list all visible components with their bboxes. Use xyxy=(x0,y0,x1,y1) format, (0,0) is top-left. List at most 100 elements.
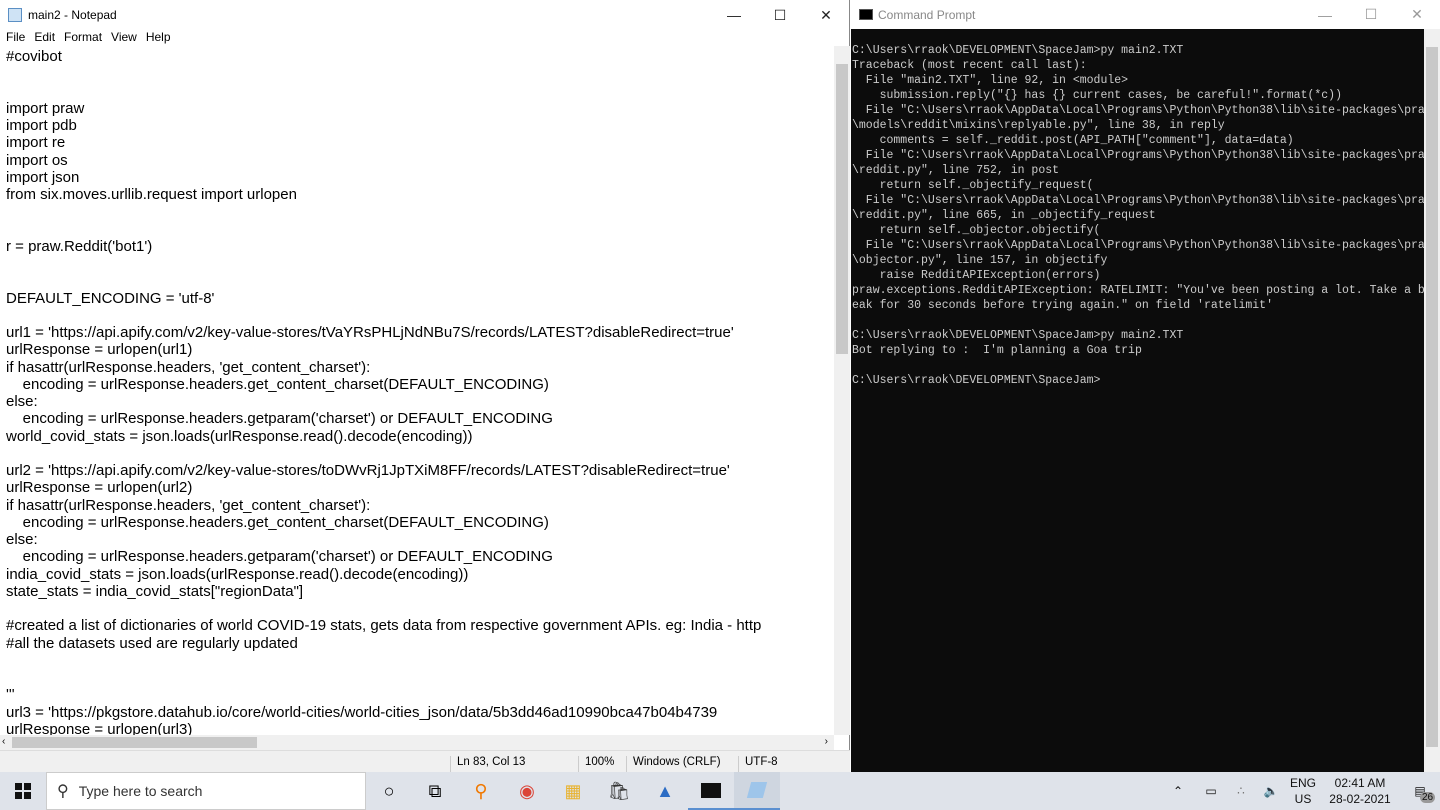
text-line xyxy=(6,652,834,669)
text-line: urlResponse = urlopen(url2) xyxy=(6,479,193,497)
console-line: Traceback (most recent call last): xyxy=(852,59,1087,72)
console-line: raise RedditAPIException(errors) xyxy=(852,269,1101,282)
text-line xyxy=(6,272,834,289)
chrome-icon[interactable]: ◉ xyxy=(504,772,550,810)
console-line: \reddit.py", line 665, in _objectify_req… xyxy=(852,209,1156,222)
menu-view[interactable]: View xyxy=(111,30,137,46)
start-button[interactable] xyxy=(0,783,46,799)
console-line: submission.reply("{} has {} current case… xyxy=(852,89,1342,102)
maximize-button[interactable]: ☐ xyxy=(1348,0,1394,30)
text-line: encoding = urlResponse.headers.getparam(… xyxy=(6,548,553,566)
text-line: DEFAULT_ENCODING = 'utf-8' xyxy=(6,289,215,307)
close-button[interactable]: ✕ xyxy=(803,0,849,30)
text-line: r = praw.Reddit('bot1') xyxy=(6,237,153,255)
text-line: import re xyxy=(6,134,66,152)
text-line: state_stats = india_covid_stats["regionD… xyxy=(6,582,304,600)
text-line: india_covid_stats = json.loads(urlRespon… xyxy=(6,565,469,583)
scroll-thumb[interactable] xyxy=(1426,47,1438,747)
console-line: \reddit.py", line 752, in post xyxy=(852,164,1060,177)
console-line: File "C:\Users\rraok\AppData\Local\Progr… xyxy=(852,149,1432,162)
notification-count: 26 xyxy=(1420,792,1436,803)
close-button[interactable]: ✕ xyxy=(1394,0,1440,30)
menu-format[interactable]: Format xyxy=(64,30,102,46)
text-line xyxy=(6,669,834,686)
menu-help[interactable]: Help xyxy=(146,30,171,46)
cmd-title-bar: Command Prompt — ☐ ✕ xyxy=(851,0,1440,29)
text-line: else: xyxy=(6,393,38,410)
text-line: #created a list of dictionaries of world… xyxy=(6,617,762,635)
text-line: if hasattr(urlResponse.headers, 'get_con… xyxy=(6,496,371,514)
status-bar: Ln 83, Col 13 100% Windows (CRLF) UTF-8 xyxy=(0,750,850,772)
text-line: url2 = 'https://api.apify.com/v2/key-val… xyxy=(6,462,730,479)
language-code: ENG xyxy=(1289,776,1316,790)
text-line: encoding = urlResponse.headers.get_conte… xyxy=(6,375,549,393)
notepad-title-bar: main2 - Notepad — ☐ ✕ xyxy=(0,0,849,30)
clock[interactable]: 02:41 AM 28-02-2021 xyxy=(1320,775,1400,807)
app-icon[interactable]: ▲ xyxy=(642,772,688,810)
console-output[interactable]: C:\Users\rraok\DEVELOPMENT\SpaceJam>py m… xyxy=(852,43,1432,388)
text-line: world_covid_stats = json.loads(urlRespon… xyxy=(6,427,473,445)
console-line: File "C:\Users\rraok\AppData\Local\Progr… xyxy=(852,194,1432,207)
date: 28-02-2021 xyxy=(1329,792,1391,806)
console-line: C:\Users\rraok\DEVELOPMENT\SpaceJam> xyxy=(852,374,1101,387)
line-ending: Windows (CRLF) xyxy=(626,756,721,772)
search-box[interactable]: ⚲ Type here to search xyxy=(46,772,366,810)
scroll-thumb[interactable] xyxy=(836,64,848,354)
text-line: url1 = 'https://api.apify.com/v2/key-val… xyxy=(6,324,734,341)
vertical-scrollbar[interactable] xyxy=(1424,29,1440,772)
scroll-right-icon[interactable]: › xyxy=(825,736,828,747)
search-app-icon[interactable]: ⚲ xyxy=(458,772,504,810)
task-view-icon[interactable]: ⧉ xyxy=(412,772,458,810)
zoom-level: 100% xyxy=(578,756,614,772)
text-line xyxy=(6,83,834,100)
console-line: File "C:\Users\rraok\AppData\Local\Progr… xyxy=(852,104,1432,117)
cursor-position: Ln 83, Col 13 xyxy=(450,756,525,772)
scroll-left-icon[interactable]: ‹ xyxy=(2,736,5,747)
text-line: if hasattr(urlResponse.headers, 'get_con… xyxy=(6,358,371,376)
minimize-button[interactable]: — xyxy=(711,0,757,30)
notepad-icon[interactable] xyxy=(734,772,780,810)
console-line: \objector.py", line 157, in objectify xyxy=(852,254,1108,267)
text-line xyxy=(6,65,834,82)
horizontal-scrollbar[interactable]: ‹ › xyxy=(0,735,834,750)
region-code: US xyxy=(1294,792,1312,806)
text-line xyxy=(6,203,834,220)
menu-edit[interactable]: Edit xyxy=(34,30,55,46)
console-line: \models\reddit\mixins\replyable.py", lin… xyxy=(852,119,1225,132)
text-line xyxy=(6,445,834,462)
menu-file[interactable]: File xyxy=(6,30,25,46)
scroll-thumb[interactable] xyxy=(12,737,257,748)
text-editor[interactable]: #covibot import praw import pdb import re im… xyxy=(0,46,834,735)
notification-center-icon[interactable]: ▤ 26 xyxy=(1400,784,1440,803)
text-line: from six.moves.urllib.request import url… xyxy=(6,186,297,203)
file-explorer-icon[interactable]: ▦ xyxy=(550,772,596,810)
language-indicator[interactable]: ENG US xyxy=(1286,775,1320,807)
text-line: import praw xyxy=(6,99,85,117)
minimize-button[interactable]: — xyxy=(1302,0,1348,30)
show-hidden-icons[interactable]: ⌃ xyxy=(1160,784,1196,798)
vertical-scrollbar[interactable] xyxy=(834,46,850,735)
window-title: Command Prompt xyxy=(878,7,976,22)
text-line: else: xyxy=(6,531,38,548)
console-line: C:\Users\rraok\DEVELOPMENT\SpaceJam>py m… xyxy=(852,44,1184,57)
search-icon: ⚲ xyxy=(57,783,69,800)
text-line xyxy=(6,221,834,238)
cortana-icon[interactable]: ○ xyxy=(366,772,412,810)
text-line: encoding = urlResponse.headers.getparam(… xyxy=(6,410,553,428)
command-prompt-icon[interactable] xyxy=(688,772,734,810)
text-line: urlResponse = urlopen(url3) xyxy=(6,720,193,735)
volume-icon[interactable]: 🔈 xyxy=(1256,784,1286,798)
text-line: urlResponse = urlopen(url1) xyxy=(6,341,193,359)
console-line: return self._objector.objectify( xyxy=(852,224,1101,237)
wifi-icon[interactable]: ∴ xyxy=(1226,784,1256,798)
store-icon[interactable]: 🛍 xyxy=(596,772,642,810)
text-line xyxy=(6,600,834,617)
notepad-window: main2 - Notepad — ☐ ✕ File Edit Format V… xyxy=(0,0,850,772)
console-line: comments = self._reddit.post(API_PATH["c… xyxy=(852,134,1294,147)
battery-icon[interactable]: ▭ xyxy=(1196,784,1226,798)
text-line: encoding = urlResponse.headers.get_conte… xyxy=(6,513,549,531)
maximize-button[interactable]: ☐ xyxy=(757,0,803,30)
taskbar: ⚲ Type here to search ○ ⧉ ⚲ ◉ ▦ 🛍 ▲ ⌃ ▭ … xyxy=(0,772,1440,810)
console-line: C:\Users\rraok\DEVELOPMENT\SpaceJam>py m… xyxy=(852,329,1184,342)
